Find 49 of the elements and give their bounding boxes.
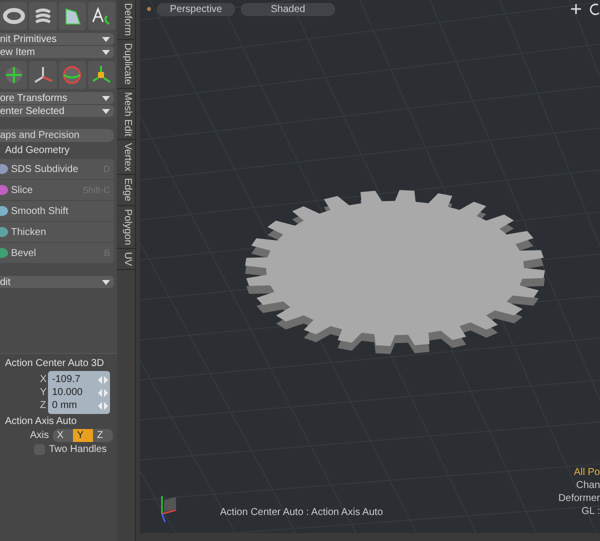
axis-label: Z: [40, 400, 48, 411]
section-title: Action Axis Auto: [4, 416, 78, 427]
side-tab[interactable]: Polygon: [117, 206, 135, 249]
status-text: Action Center Auto : Action Axis Auto: [220, 507, 383, 518]
shading-selector[interactable]: Shaded: [241, 2, 335, 16]
dropdown[interactable]: nit Primitives: [0, 33, 114, 45]
side-tab[interactable]: Vertex: [117, 140, 135, 176]
tool-item[interactable]: Smooth Shift: [0, 201, 114, 222]
axis-label: Y: [40, 387, 48, 398]
section-title: Add Geometry: [4, 145, 70, 156]
axis-label: Axis: [30, 430, 49, 441]
info-text: Chan: [576, 479, 600, 492]
side-tab[interactable]: Duplicate: [117, 40, 135, 88]
side-tab[interactable]: Mesh Edit: [117, 88, 135, 140]
side-tab[interactable]: Deform: [117, 0, 135, 40]
info-text: All Po: [574, 466, 600, 479]
precision-button[interactable]: aps and Precision: [0, 129, 114, 142]
axis-option[interactable]: X: [52, 429, 73, 442]
value-field[interactable]: 0 mm: [52, 400, 98, 411]
shape-icon[interactable]: [58, 2, 86, 30]
torus-icon[interactable]: [0, 2, 28, 30]
section-title: Action Center Auto 3D: [4, 358, 105, 369]
dropdown[interactable]: dit: [0, 276, 114, 288]
checkbox-label: Two Handles: [49, 444, 107, 455]
dropdown[interactable]: ore Transforms: [0, 92, 114, 104]
transform-icon[interactable]: [88, 61, 115, 89]
spiral-icon[interactable]: [29, 2, 56, 30]
view-selector[interactable]: Perspective: [157, 2, 235, 16]
axis-option[interactable]: Z: [92, 429, 113, 442]
info-text: GL :: [581, 505, 600, 518]
move-icon[interactable]: [570, 3, 582, 15]
dropdown[interactable]: ew Item: [0, 46, 114, 58]
axis-option[interactable]: Y: [72, 429, 93, 442]
info-text: Deformer: [558, 492, 600, 505]
value-field[interactable]: -109.7: [52, 374, 98, 385]
tool-item[interactable]: Thicken: [0, 222, 114, 243]
caret-icon: [102, 280, 110, 284]
axes-icon[interactable]: [29, 61, 56, 89]
value-field[interactable]: 10.000: [52, 387, 98, 398]
axis-gizmo-icon: [161, 496, 176, 522]
rotate-icon[interactable]: [590, 4, 600, 16]
text-tool-icon[interactable]: [88, 2, 115, 30]
axis-label: X: [40, 374, 48, 385]
side-tab[interactable]: UV: [117, 248, 135, 270]
dropdown[interactable]: enter Selected: [0, 105, 114, 117]
rotate-gizmo-icon[interactable]: [58, 61, 86, 89]
side-tab[interactable]: Edge: [117, 175, 135, 206]
status-dot-icon: [147, 7, 151, 11]
move-gizmo-icon[interactable]: [0, 61, 28, 89]
